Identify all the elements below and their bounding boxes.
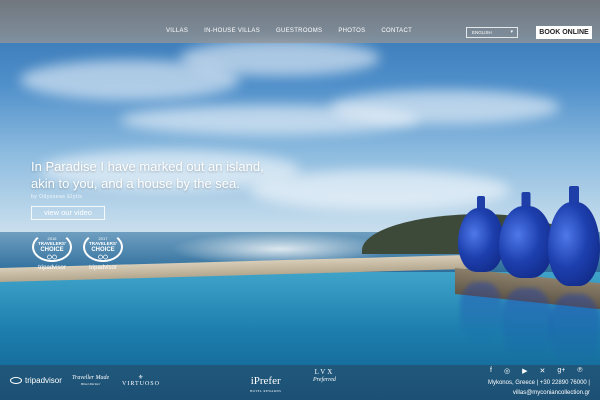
youtube-icon[interactable]: ▶ bbox=[522, 367, 527, 375]
award-brand: tripadvisor bbox=[38, 265, 66, 271]
social-links: f ◎ ▶ ✕ g+ ℗ bbox=[490, 367, 582, 375]
email-link[interactable]: villas@myconiancollection.gr bbox=[513, 390, 590, 396]
contact-info: Mykonos, Greece | +30 22890 76000 | bbox=[487, 380, 590, 386]
facebook-icon[interactable]: f bbox=[490, 367, 492, 375]
quote-line-1: In Paradise I have marked out an island, bbox=[31, 159, 264, 174]
blue-jar bbox=[499, 192, 553, 278]
lvx-label: LVX bbox=[314, 368, 335, 376]
traveller-made-logo[interactable]: Traveller Made Hotel Partner bbox=[72, 375, 109, 387]
jar-reflection bbox=[460, 282, 502, 342]
award-subtitle: CHOICE bbox=[91, 247, 115, 253]
traveller-made-sub: Hotel Partner bbox=[80, 382, 101, 386]
nav-item-in-house-villas[interactable]: IN-HOUSE VILLAS bbox=[204, 28, 260, 34]
cloud bbox=[330, 90, 560, 124]
quote-author: by Odysseas Elytis bbox=[31, 194, 83, 200]
tripadvisor-owl-icon bbox=[98, 254, 108, 260]
pinterest-icon[interactable]: ℗ bbox=[577, 367, 582, 375]
award-title: TRAVELERS' bbox=[89, 241, 117, 246]
award-badge-2017[interactable]: 2017 TRAVELERS' CHOICE tripadvisor bbox=[80, 232, 126, 274]
award-subtitle: CHOICE bbox=[40, 247, 64, 253]
jar-reflection bbox=[550, 294, 600, 364]
view-video-button[interactable]: view our video bbox=[31, 206, 105, 220]
iprefer-sub: HOTEL REWARDS bbox=[250, 389, 282, 393]
tripadvisor-owl-icon bbox=[47, 254, 57, 260]
blue-jar bbox=[458, 196, 504, 272]
virtuoso-mark-icon: ⚜ bbox=[138, 375, 144, 381]
chevron-down-icon: ▾ bbox=[510, 29, 513, 35]
award-title: TRAVELERS' bbox=[38, 241, 66, 246]
language-value: ENGLISH bbox=[472, 30, 492, 35]
hero-background bbox=[0, 0, 600, 400]
iprefer-logo[interactable]: iPrefer HOTEL REWARDS bbox=[250, 376, 281, 396]
jar-reflection bbox=[502, 288, 552, 358]
hero-quote: In Paradise I have marked out an island,… bbox=[31, 158, 264, 200]
twitter-icon[interactable]: ✕ bbox=[539, 367, 545, 375]
lvx-preferred-logo[interactable]: LVX Preferred bbox=[313, 368, 336, 384]
virtuoso-logo[interactable]: VIRTUOSO bbox=[122, 381, 160, 387]
nav-item-contact[interactable]: CONTACT bbox=[381, 28, 412, 34]
instagram-icon[interactable]: ◎ bbox=[504, 367, 510, 375]
nav-item-villas[interactable]: VILLAS bbox=[166, 28, 188, 34]
top-bar: VILLAS IN-HOUSE VILLAS GUESTROOMS PHOTOS… bbox=[0, 0, 600, 43]
tripadvisor-owl-icon bbox=[10, 377, 22, 384]
main-nav: VILLAS IN-HOUSE VILLAS GUESTROOMS PHOTOS… bbox=[166, 28, 412, 34]
nav-item-photos[interactable]: PHOTOS bbox=[338, 28, 365, 34]
language-select[interactable]: ENGLISH ▾ bbox=[466, 27, 518, 38]
book-online-button[interactable]: BOOK ONLINE bbox=[536, 26, 592, 39]
award-brand: tripadvisor bbox=[89, 265, 117, 271]
lvx-sub: Preferred bbox=[313, 377, 336, 383]
quote-line-2: akin to you, and a house by the sea. bbox=[31, 176, 240, 191]
blue-jar bbox=[548, 186, 600, 286]
nav-item-guestrooms[interactable]: GUESTROOMS bbox=[276, 28, 322, 34]
google-plus-icon[interactable]: g+ bbox=[557, 367, 565, 375]
tripadvisor-label: tripadvisor bbox=[25, 376, 62, 385]
tripadvisor-logo[interactable]: tripadvisor bbox=[10, 376, 62, 385]
award-badge-2016[interactable]: 2016 TRAVELERS' CHOICE tripadvisor bbox=[29, 232, 75, 274]
cloud bbox=[180, 40, 380, 76]
